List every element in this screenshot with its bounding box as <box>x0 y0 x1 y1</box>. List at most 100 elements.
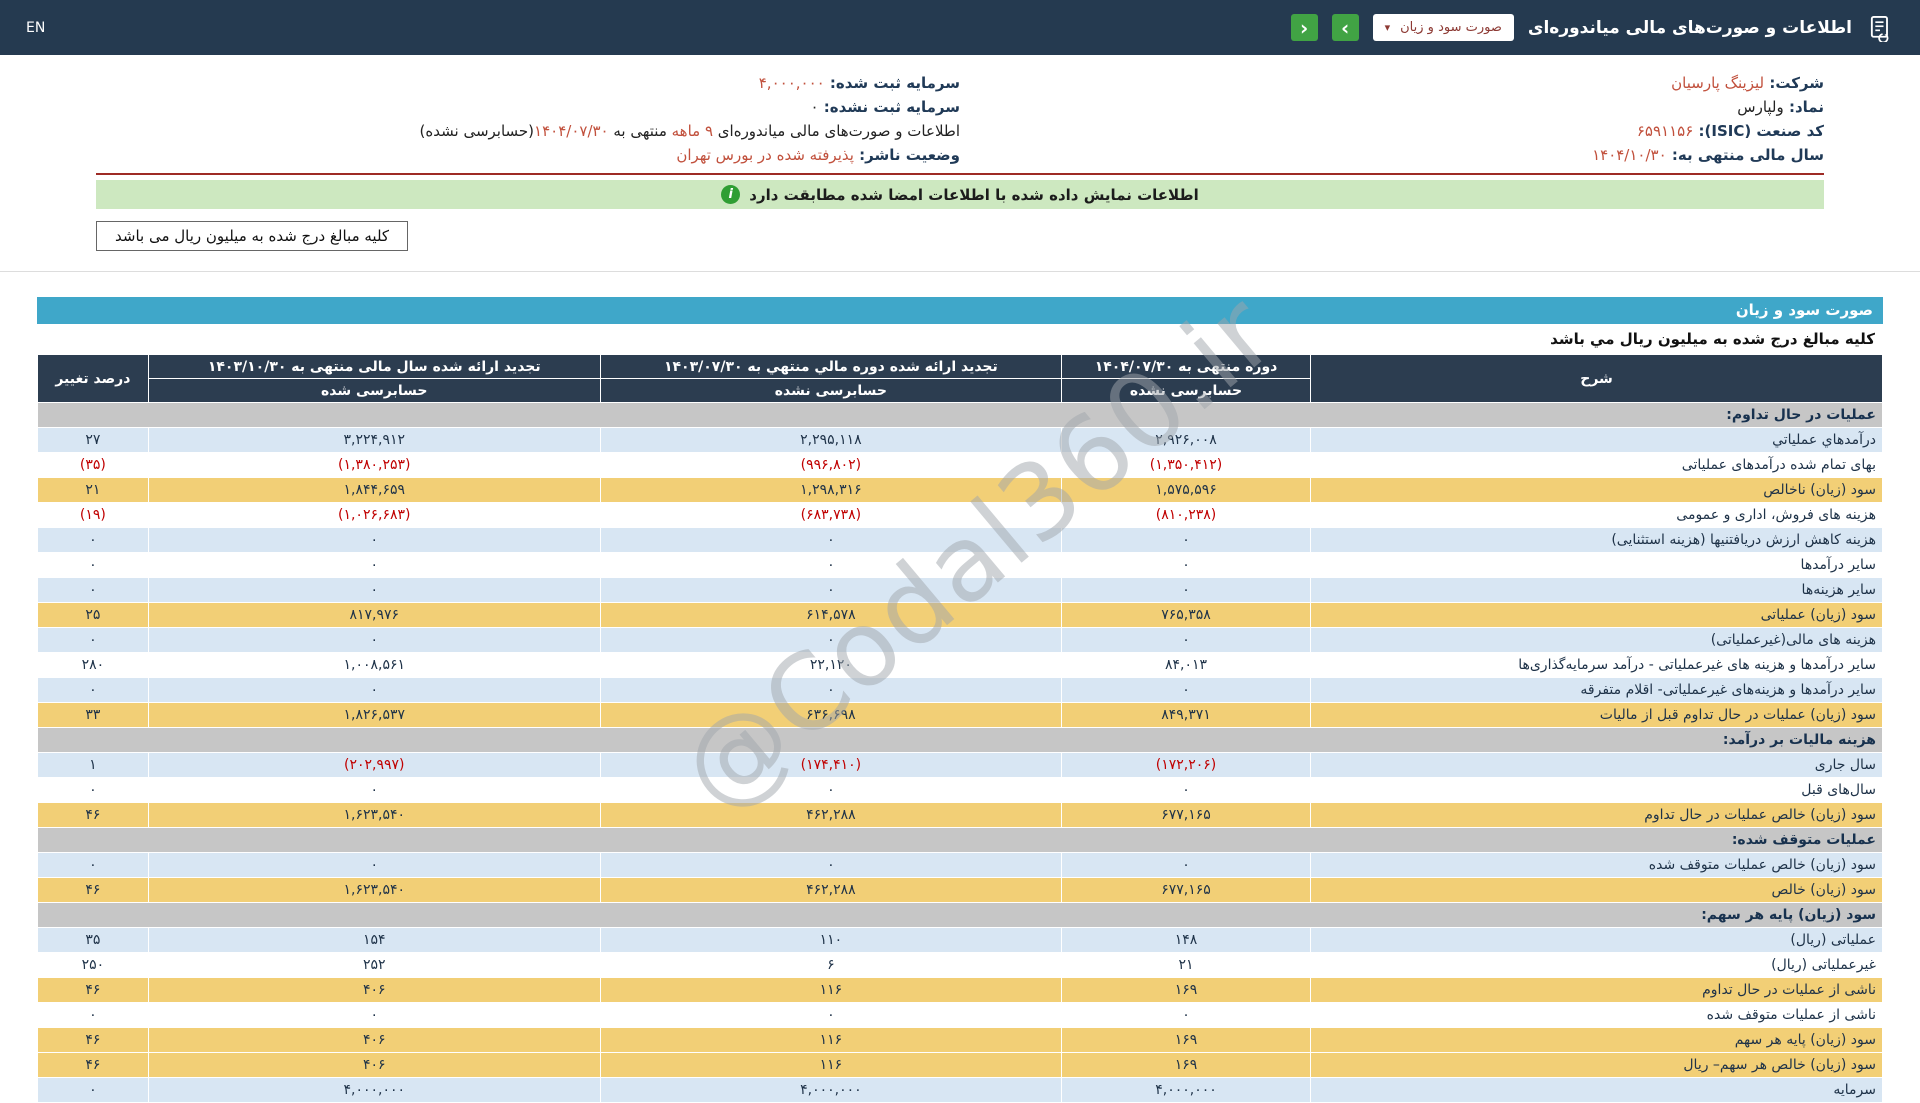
value-cell: ۲,۹۲۶,۰۰۸ <box>1060 427 1312 453</box>
percent-change-cell: ۰ <box>37 577 149 603</box>
table-row: هزینه های مالی(غیرعملیاتی) ۰ ۰ ۰ ۰ <box>37 627 1883 653</box>
value-cell: ۲۵۲ <box>147 952 601 978</box>
value-cell: ۰ <box>599 1002 1063 1028</box>
value-cell: ۴,۰۰۰,۰۰۰ <box>1060 1077 1312 1103</box>
info-segment: شرکت: <box>1764 74 1824 92</box>
row-description: درآمدهاي عملياتي <box>1310 427 1883 453</box>
col-header-period-prior: تجدید ارائه شده دوره مالي منتهي به ۱۴۰۳/… <box>599 354 1063 379</box>
chevron-down-icon: ▾ <box>1384 21 1391 34</box>
sheet-select-dropdown[interactable]: صورت سود و زیان ▾ <box>1372 14 1514 41</box>
subheader-audit-status-1: حسابرسی نشده <box>1060 378 1312 403</box>
percent-change-cell: ۲۱ <box>37 477 149 503</box>
row-description: هزینه های فروش، اداری و عمومی <box>1310 502 1883 528</box>
table-row: سود (زيان) ناخالص ۱,۵۷۵,۵۹۶ ۱,۲۹۸,۳۱۶ ۱,۸۴۴… <box>37 477 1883 503</box>
value-cell: ۴۰۶ <box>147 1052 601 1078</box>
percent-change-cell: ۳۳ <box>37 702 149 728</box>
percent-change-cell: (۳۵) <box>37 452 149 478</box>
info-segment: ۶۵۹۱۱۵۶ <box>1636 122 1694 140</box>
table-row: سود (زیان) خالص هر سهم– ریال ۱۶۹ ۱۱۶ ۴۰۶ ۴۶ <box>37 1052 1883 1078</box>
info-segment: نماد: <box>1783 98 1824 116</box>
table-row: هزینه های فروش، اداری و عمومی (۸۱۰,۲۳۸) (۶… <box>37 502 1883 528</box>
info-segment: منتهی به <box>608 122 672 140</box>
unit-note-box: کلیه مبالغ درج شده به میلیون ریال می باش… <box>96 221 409 251</box>
percent-change-cell: ۳۵ <box>37 927 149 953</box>
table-row: هزینه کاهش ارزش دریافتنیها (هزینه استثنا… <box>37 527 1883 553</box>
info-segment: اطلاعات و صورت‌های مالی میاندوره‌ای <box>713 122 960 140</box>
row-description: سال جاری <box>1310 752 1883 778</box>
col-header-period-annual: تجدید ارائه شده سال مالی منتهی به ۱۴۰۳/۱… <box>147 354 601 379</box>
language-toggle-en[interactable]: EN <box>26 20 45 36</box>
chevron-right-icon: › <box>1340 15 1350 40</box>
value-cell: ۰ <box>1060 627 1312 653</box>
value-cell: ۰ <box>1060 777 1312 803</box>
percent-change-cell: ۰ <box>37 677 149 703</box>
signature-match-notice: اطلاعات نمایش داده شده با اطلاعات امضا ش… <box>96 180 1824 209</box>
value-cell: ۰ <box>599 527 1063 553</box>
statement-table-header: شرح دوره منتهی به ۱۴۰۴/۰۷/۳۰ تجدید ارائه… <box>37 354 1883 403</box>
row-description: ناشی از عملیات متوقف شده <box>1310 1002 1883 1028</box>
value-cell: ۰ <box>599 552 1063 578</box>
value-cell: ۰ <box>599 677 1063 703</box>
value-cell: ۶۷۷,۱۶۵ <box>1060 877 1312 903</box>
value-cell: ۶۱۴,۵۷۸ <box>599 602 1063 628</box>
prev-sheet-button[interactable]: ‹ <box>1290 14 1318 41</box>
value-cell: ۰ <box>1060 1002 1312 1028</box>
row-description: سود (زيان) عملیات در حال تداوم قبل از ما… <box>1310 702 1883 728</box>
value-cell: ۰ <box>1060 677 1312 703</box>
unit-note-wrap: کلیه مبالغ درج شده به میلیون ریال می باش… <box>96 221 1824 251</box>
info-segment: ۹ ماهه <box>671 122 714 140</box>
value-cell: (۶۸۳,۷۳۸) <box>599 502 1063 528</box>
row-description: سود (زیان) پایه هر سهم <box>1310 1027 1883 1053</box>
value-cell: ۱۶۹ <box>1060 1052 1312 1078</box>
match-notice-text: اطلاعات نمایش داده شده با اطلاعات امضا ش… <box>749 185 1199 204</box>
value-cell: ۰ <box>147 552 601 578</box>
value-cell: ۴۰۶ <box>147 977 601 1003</box>
section-row: عملیات در حال تداوم: <box>37 402 1883 428</box>
table-row: سرمایه ۴,۰۰۰,۰۰۰ ۴,۰۰۰,۰۰۰ ۴,۰۰۰,۰۰۰ ۰ <box>37 1077 1883 1103</box>
table-row: سال‌های قبل ۰ ۰ ۰ ۰ <box>37 777 1883 803</box>
percent-change-cell: ۰ <box>37 552 149 578</box>
value-cell: ۲۱ <box>1060 952 1312 978</box>
col-header-period-current: دوره منتهی به ۱۴۰۴/۰۷/۳۰ <box>1060 354 1312 379</box>
value-cell: ۸۴,۰۱۳ <box>1060 652 1312 678</box>
info-segment: (حسابرسی نشده) <box>419 122 535 140</box>
value-cell: (۱,۳۸۰,۲۵۳) <box>147 452 601 478</box>
info-segment: سرمایه ثبت نشده: <box>818 98 960 116</box>
info-col-right: شرکت: لیزینگ پارسیان نماد: ولپارس کد صنعت … <box>960 71 1824 167</box>
value-cell: (۱,۰۲۶,۶۸۳) <box>147 502 601 528</box>
value-cell: ۱,۰۰۸,۵۶۱ <box>147 652 601 678</box>
topbar-right-group: اطلاعات و صورت‌های مالی میاندوره‌ای صورت… <box>1290 14 1894 42</box>
value-cell: ۴,۰۰۰,۰۰۰ <box>599 1077 1063 1103</box>
value-cell: ۸۱۷,۹۷۶ <box>147 602 601 628</box>
value-cell: ۱۶۹ <box>1060 1027 1312 1053</box>
row-description: سود (زیان) خالص هر سهم– ریال <box>1310 1052 1883 1078</box>
value-cell: ۱۴۸ <box>1060 927 1312 953</box>
value-cell: ۱,۶۲۳,۵۴۰ <box>147 877 601 903</box>
value-cell: ۰ <box>147 777 601 803</box>
info-row: نماد: ولپارس <box>960 95 1824 119</box>
statement-unit-note: کلیه مبالغ درج شده به میلیون ريال مي باش… <box>37 324 1883 354</box>
info-segment: ولپارس <box>1737 98 1784 116</box>
value-cell: ۴۰۶ <box>147 1027 601 1053</box>
info-row: سرمایه ثبت نشده: ۰ <box>96 95 960 119</box>
value-cell: ۰ <box>599 852 1063 878</box>
value-cell: ۰ <box>599 627 1063 653</box>
percent-change-cell: ۲۸۰ <box>37 652 149 678</box>
statement-title-bar: صورت سود و زیان <box>37 297 1883 324</box>
table-row: سود (زیان) خالص عملیات متوقف شده ۰ ۰ ۰ ۰ <box>37 852 1883 878</box>
value-cell: (۱,۳۵۰,۴۱۲) <box>1060 452 1312 478</box>
table-row: سال جاری (۱۷۲,۲۰۶) (۱۷۴,۴۱۰) (۲۰۲,۹۹۷) ۱ <box>37 752 1883 778</box>
percent-change-cell: ۲۵۰ <box>37 952 149 978</box>
col-header-description: شرح <box>1310 354 1883 403</box>
row-description: سرمایه <box>1310 1077 1883 1103</box>
next-sheet-button[interactable]: › <box>1331 14 1359 41</box>
row-description: هزینه های مالی(غیرعملیاتی) <box>1310 627 1883 653</box>
value-cell: ۶ <box>599 952 1063 978</box>
value-cell: ۰ <box>147 852 601 878</box>
row-description: ناشی از عملیات در حال تداوم <box>1310 977 1883 1003</box>
value-cell: ۴۶۲,۲۸۸ <box>599 802 1063 828</box>
info-row: شرکت: لیزینگ پارسیان <box>960 71 1824 95</box>
value-cell: ۰ <box>147 527 601 553</box>
value-cell: ۴۶۲,۲۸۸ <box>599 877 1063 903</box>
section-label: سود (زیان) پایه هر سهم: <box>37 902 1883 928</box>
